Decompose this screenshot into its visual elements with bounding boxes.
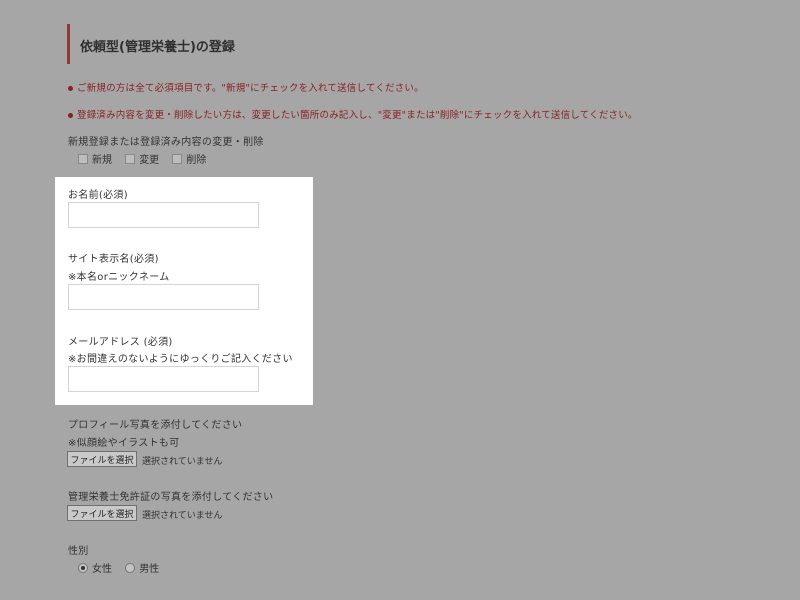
radio-icon[interactable] bbox=[125, 562, 136, 573]
email-label: メールアドレス (必須) bbox=[68, 337, 173, 348]
notice-new: ご新規の方は全て必須項目です。"新規"にチェックを入れて送信してください。 bbox=[68, 80, 424, 94]
action-label: 新規登録または登録済み内容の変更・削除 bbox=[68, 137, 264, 148]
required-fields-panel: お名前(必須) サイト表示名(必須) ※本名orニックネーム メールアドレス (… bbox=[55, 177, 313, 405]
radio-male[interactable]: 男性 bbox=[125, 560, 159, 575]
checkbox-new-label: 新規 bbox=[92, 155, 112, 166]
checkbox-icon[interactable] bbox=[125, 153, 136, 164]
profile-photo-file-status: 選択されていません bbox=[142, 457, 223, 467]
profile-photo-hint: ※似顔絵やイラストも可 bbox=[68, 438, 180, 449]
name-label: お名前(必須) bbox=[68, 190, 128, 201]
gender-options: 女性 男性 bbox=[78, 560, 169, 576]
notice-change: 登録済み内容を変更・削除したい方は、変更したい箇所のみ記入し、"変更"または"削… bbox=[68, 107, 638, 121]
profile-photo-label: プロフィール写真を添付してください bbox=[68, 420, 243, 431]
display-name-label: サイト表示名(必須) bbox=[68, 254, 159, 265]
checkbox-change-label: 変更 bbox=[139, 155, 160, 166]
action-options: 新規 変更 削除 bbox=[78, 151, 216, 167]
display-name-hint: ※本名orニックネーム bbox=[68, 272, 170, 283]
checkbox-icon[interactable] bbox=[78, 153, 88, 164]
license-photo-file-status: 選択されていません bbox=[142, 511, 223, 521]
page-title: 依頼型(管理栄養士)の登録 bbox=[80, 40, 235, 55]
bullet-icon bbox=[68, 86, 73, 91]
checkbox-change[interactable]: 変更 bbox=[125, 151, 159, 166]
display-name-input[interactable] bbox=[68, 284, 259, 310]
checkbox-delete-label: 削除 bbox=[186, 155, 207, 166]
email-hint: ※お間違えのないようにゆっくりご記入ください bbox=[68, 354, 293, 365]
checkbox-delete[interactable]: 削除 bbox=[172, 151, 206, 166]
checkbox-icon[interactable] bbox=[172, 153, 183, 164]
notice-new-text: ご新規の方は全て必須項目です。"新規"にチェックを入れて送信してください。 bbox=[77, 83, 424, 94]
gender-label: 性別 bbox=[68, 546, 89, 557]
radio-female[interactable]: 女性 bbox=[78, 560, 112, 575]
bullet-icon bbox=[68, 113, 73, 118]
email-input[interactable] bbox=[68, 366, 259, 392]
license-photo-file-button[interactable]: ファイルを選択 bbox=[67, 505, 137, 521]
license-photo-label: 管理栄養士免許証の写真を添付してください bbox=[68, 492, 274, 503]
radio-female-label: 女性 bbox=[92, 564, 112, 575]
profile-photo-file-button[interactable]: ファイルを選択 bbox=[67, 451, 137, 467]
radio-male-label: 男性 bbox=[139, 564, 160, 575]
name-input[interactable] bbox=[68, 202, 259, 228]
checkbox-new[interactable]: 新規 bbox=[78, 151, 112, 166]
notice-change-text: 登録済み内容を変更・削除したい方は、変更したい箇所のみ記入し、"変更"または"削… bbox=[77, 110, 638, 121]
radio-selected-icon[interactable] bbox=[78, 562, 88, 573]
